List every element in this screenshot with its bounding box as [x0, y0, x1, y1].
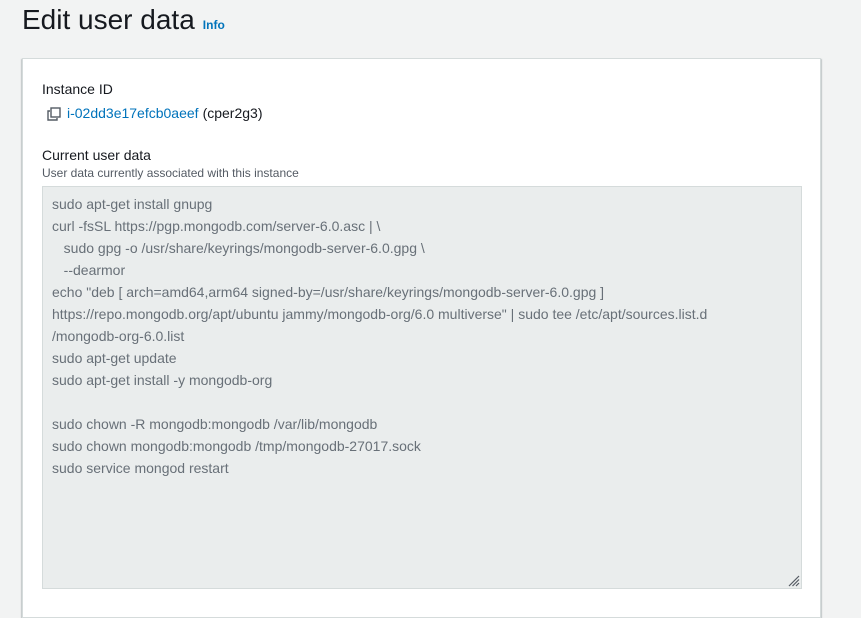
instance-name: (cper2g3)	[202, 105, 263, 121]
resize-handle-icon[interactable]	[786, 573, 800, 587]
instance-id-label: Instance ID	[42, 81, 113, 97]
current-user-data-description: User data currently associated with this…	[42, 166, 299, 180]
current-user-data-label: Current user data	[42, 147, 151, 163]
instance-id-link[interactable]: i-02dd3e17efcb0aeef	[67, 103, 199, 123]
page-title: Edit user data	[22, 4, 195, 35]
copy-icon[interactable]	[47, 106, 61, 121]
instance-id-row: i-02dd3e17efcb0aeef (cper2g3)	[47, 103, 262, 123]
user-data-textarea[interactable]: sudo apt-get install gnupg curl -fsSL ht…	[42, 186, 802, 589]
info-link[interactable]: Info	[203, 18, 225, 32]
user-data-panel: Instance ID i-02dd3e17efcb0aeef (cper2g3…	[22, 58, 821, 618]
page-header: Edit user data Info	[22, 2, 225, 38]
